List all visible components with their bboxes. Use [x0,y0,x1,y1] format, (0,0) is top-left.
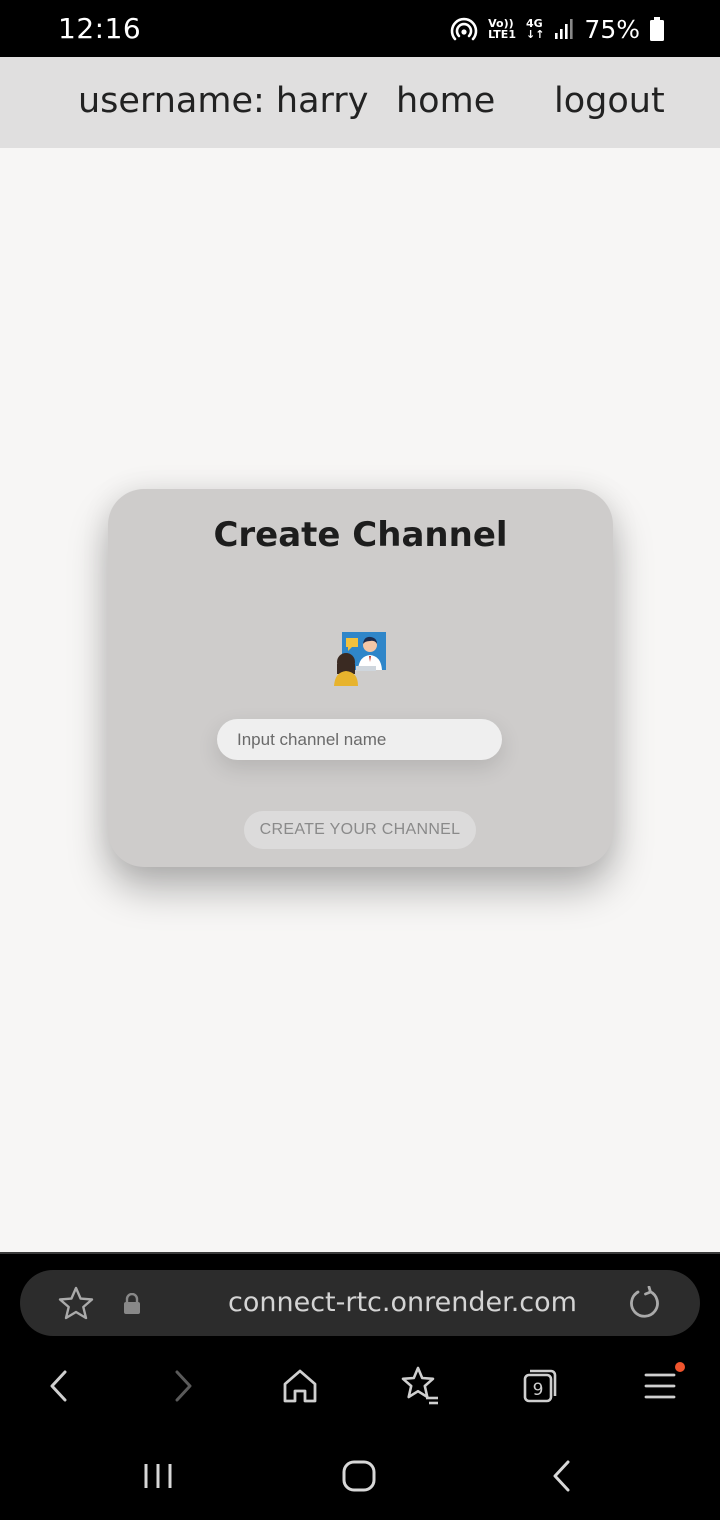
back-icon[interactable] [38,1364,82,1408]
android-back-icon[interactable] [544,1458,580,1499]
address-bar[interactable]: connect-rtc.onrender.com [20,1270,700,1336]
browser-toolbar: connect-rtc.onrender.com 9 [0,1252,720,1428]
reload-icon[interactable] [626,1285,662,1327]
home-link[interactable]: home [396,81,495,121]
url-text[interactable]: connect-rtc.onrender.com [20,1287,720,1318]
data-arrows-icon: ↓↑ [525,28,545,41]
screen: 12:16 Vo)) LTE1 4G ↓↑ 75% username: harr… [0,0,720,1520]
card-title: Create Channel [213,515,508,555]
bookmarks-icon[interactable] [398,1364,442,1408]
android-nav-bar [0,1428,720,1520]
recent-apps-icon[interactable] [140,1458,176,1499]
create-channel-card: Create Channel Input channel name CREATE… [108,489,613,867]
tab-count: 9 [533,1380,544,1400]
android-home-icon[interactable] [340,1458,378,1499]
battery-icon [650,17,664,41]
lte-label: LTE1 [488,28,516,41]
menu-icon[interactable] [638,1364,682,1408]
battery-percent: 75% [584,14,640,44]
top-navbar: username: harry home logout [0,57,720,148]
channel-name-input[interactable] [217,719,502,760]
logout-link[interactable]: logout [554,81,665,121]
forward-icon[interactable] [160,1364,204,1408]
signal-icon [554,18,574,40]
network-type-indicator: 4G ↓↑ [526,18,544,40]
username-label: username: harry [78,81,369,121]
home-icon[interactable] [278,1364,322,1408]
hotspot-icon [450,15,478,43]
create-channel-button[interactable]: CREATE YOUR CHANNEL [244,811,476,849]
status-bar: 12:16 Vo)) LTE1 4G ↓↑ 75% [0,0,720,57]
video-call-illustration-icon [334,632,388,686]
tabs-icon[interactable]: 9 [518,1364,562,1408]
volte-indicator: Vo)) LTE1 [488,18,516,40]
status-time: 12:16 [58,12,142,45]
menu-notification-dot [675,1362,685,1372]
web-page: username: harry home logout Create Chann… [0,57,720,1252]
status-icons: Vo)) LTE1 4G ↓↑ 75% [450,12,664,46]
